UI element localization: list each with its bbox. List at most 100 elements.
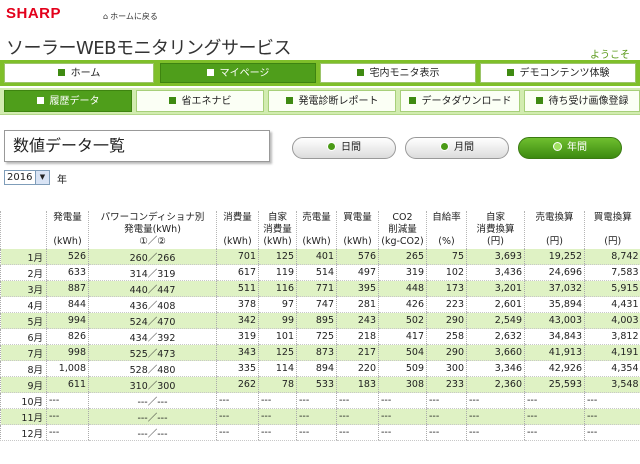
data-cell: ---／--- [88,408,217,425]
data-cell: 5,915 [584,280,640,297]
data-cell: 873 [296,344,337,361]
column-header-line: (kWh) [223,236,252,247]
data-cell: 887 [46,280,89,297]
column-header-line: (円) [487,236,504,247]
data-cell: 218 [336,328,379,345]
data-cell: --- [46,408,89,425]
data-cell: 125 [258,344,297,361]
home-icon: ⌂ [103,12,109,21]
data-cell: 633 [46,264,89,281]
table-row: 2月 633 314／319 617 119 514 497 319 102 3,436 24,69… [0,264,640,281]
column-header: 消費量 (kWh) [216,211,259,249]
data-cell: 511 [216,280,259,297]
column-header-line: 売電量 [302,212,331,223]
chevron-down-icon[interactable]: ▼ [35,171,49,184]
column-header-line: 自家 [267,212,287,223]
column-header [0,211,47,249]
table-header-row: 発電量 (kWh) パワーコンディショナ別 発電量(kWh) ①／② 消費量 (kWh) 自家… [0,211,640,249]
data-cell: 343 [216,344,259,361]
tab-diagnosis-report[interactable]: 発電診断レポート [268,90,396,112]
data-cell: 2,601 [466,296,525,313]
column-header: 自給率 (%) [426,211,467,249]
year-select[interactable]: 2016 ▼ [4,170,50,185]
data-cell: 101 [258,328,297,345]
data-cell: --- [258,392,297,409]
column-header-line [297,224,336,236]
data-cell: 998 [46,344,89,361]
data-cell: --- [524,408,585,425]
tab-home-monitor[interactable]: 宅内モニタ表示 [320,63,476,83]
radio-dot-icon [553,141,562,151]
data-cell: 4,003 [584,312,640,329]
square-bullet-icon [36,96,44,104]
data-cell: --- [336,392,379,409]
tab-history-data[interactable]: 履歴データ [4,90,132,112]
monthly-button[interactable]: 月間 [405,137,509,159]
tab-standby-image[interactable]: 待ち受け画像登録 [524,90,640,112]
month-cell: 10月 [0,392,47,409]
welcome-text: ようこそ [590,50,630,61]
daily-button[interactable]: 日間 [292,137,396,159]
table-row: 7月 998 525／473 343 125 873 217 504 290 3,660 41,91… [0,344,640,361]
column-header: パワーコンディショナ別 発電量(kWh) ①／② [88,211,217,249]
data-cell: 258 [426,328,467,345]
column-header-line: (円) [604,236,622,247]
data-cell: --- [336,424,379,441]
data-cell: --- [466,392,525,409]
square-bullet-icon [535,96,543,104]
home-link[interactable]: ⌂ ホームに戻る [103,11,158,22]
tab-demo-content[interactable]: デモコンテンツ体験 [480,63,636,83]
data-cell: 7,583 [584,264,640,281]
tab-data-download[interactable]: データダウンロード [400,90,520,112]
data-cell: 576 [336,249,379,265]
column-header-line [1,236,46,248]
data-cell: 119 [258,264,297,281]
data-cell: --- [466,424,525,441]
column-header: 発電量 (kWh) [46,211,89,249]
data-cell: 611 [46,376,89,393]
data-cell: 183 [336,376,379,393]
square-bullet-icon [356,68,364,76]
column-header: 買電量 (kWh) [336,211,379,249]
data-cell: --- [426,392,467,409]
data-cell: 24,696 [524,264,585,281]
data-cell: 894 [296,360,337,377]
sharp-logo[interactable]: SHARP [6,5,61,22]
data-cell: 725 [296,328,337,345]
data-cell: 4,354 [584,360,640,377]
column-header-line [427,224,466,236]
data-cell: 233 [426,376,467,393]
data-cell: 525／473 [88,344,217,361]
table-row: 3月 887 440／447 511 116 771 395 448 173 3,201 37,03… [0,280,640,297]
yearly-button[interactable]: 年間 [518,137,622,159]
column-header-line [525,224,584,236]
data-cell: --- [426,424,467,441]
data-cell: 514 [296,264,337,281]
data-cell: 826 [46,328,89,345]
data-cell: 19,252 [524,249,585,265]
square-bullet-icon [408,96,416,104]
data-cell: 502 [378,312,427,329]
data-cell: 265 [378,249,427,265]
data-cell: 524／470 [88,312,217,329]
month-cell: 4月 [0,296,47,313]
data-cell: --- [258,408,297,425]
data-cell: 319 [378,264,427,281]
tab-energy-navi[interactable]: 省エネナビ [136,90,264,112]
column-header-line: (kWh) [302,236,331,247]
data-cell: --- [296,392,337,409]
square-bullet-icon [206,68,214,76]
radio-dot-icon [440,141,449,151]
data-cell: 497 [336,264,379,281]
data-cell: 528／480 [88,360,217,377]
data-cell: --- [216,392,259,409]
data-cell: 281 [336,296,379,313]
column-header-line: CO2 [392,212,413,223]
data-cell: 3,201 [466,280,525,297]
square-bullet-icon [57,68,65,76]
tab-mypage[interactable]: マイページ [160,63,316,83]
table-row: 8月 1,008 528／480 335 114 894 220 509 300 3,346 42,… [0,360,640,377]
column-header-line: 消費量 [223,212,252,223]
tab-home[interactable]: ホーム [4,63,154,83]
data-cell: 223 [426,296,467,313]
